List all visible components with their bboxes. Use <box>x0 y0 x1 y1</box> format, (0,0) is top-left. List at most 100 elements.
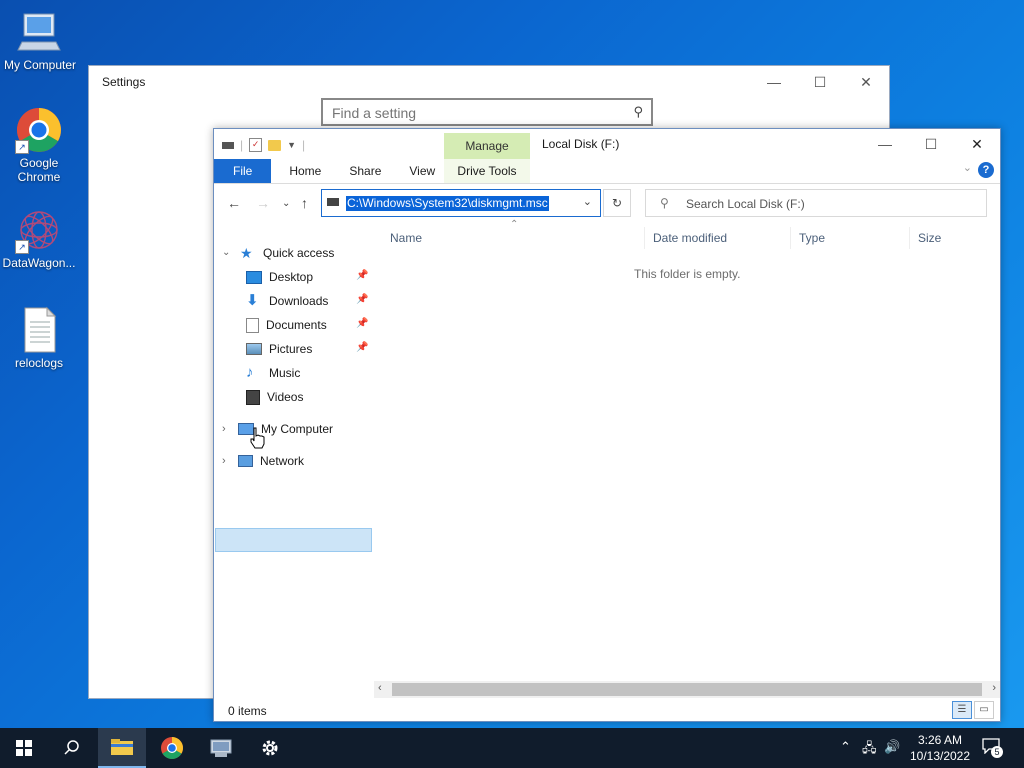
scroll-right-icon[interactable]: › <box>992 682 996 694</box>
taskbar: ⌃ 🖧 🔊 3:26 AM 10/13/2022 5 <box>0 728 1024 768</box>
column-size[interactable]: Size <box>909 227 998 249</box>
nav-quick-access[interactable]: ★ Quick access <box>240 241 334 265</box>
maximize-button[interactable]: ☐ <box>797 66 843 98</box>
taskbar-clock[interactable]: 3:26 AM 10/13/2022 <box>905 732 975 764</box>
item-count: 0 items <box>228 704 267 718</box>
pin-icon[interactable]: 📌 <box>356 342 368 353</box>
nav-downloads[interactable]: ⬇ Downloads <box>246 289 328 313</box>
network-icon <box>238 455 253 467</box>
shortcut-arrow-icon: ↗ <box>15 240 29 254</box>
status-bar: 0 items ☰ ▭ <box>214 701 1000 721</box>
gear-icon <box>262 740 278 756</box>
nav-label: Pictures <box>269 342 313 356</box>
chevron-right-icon[interactable]: › <box>222 455 226 467</box>
find-setting-input[interactable] <box>323 100 624 126</box>
nav-label: Documents <box>266 318 327 332</box>
nav-label: Quick access <box>263 246 335 260</box>
manage-tab-group[interactable]: Manage <box>444 133 530 159</box>
tab-share[interactable]: Share <box>335 159 395 183</box>
details-view-button[interactable]: ☰ <box>952 701 972 719</box>
pin-icon[interactable]: 📌 <box>356 294 368 305</box>
minimize-button[interactable]: — <box>862 129 908 159</box>
folder-icon <box>111 739 133 755</box>
column-name[interactable]: Name <box>382 227 650 249</box>
search-button[interactable] <box>48 728 96 768</box>
chrome-icon <box>161 737 183 759</box>
nav-music[interactable]: ♪ Music <box>246 361 300 385</box>
address-path[interactable]: C:\Windows\System32\diskmgmt.msc <box>346 196 549 211</box>
minimize-button[interactable]: — <box>751 66 797 98</box>
desktop-icon-label: DataWagon... <box>2 256 76 270</box>
properties-icon[interactable]: ✓ <box>249 138 263 152</box>
up-arrow-icon[interactable]: ↑ <box>301 195 308 211</box>
search-box[interactable]: ⚲ Search Local Disk (F:) <box>645 189 987 217</box>
new-folder-icon[interactable] <box>268 139 282 151</box>
download-arrow-icon: ⬇ <box>246 292 259 309</box>
search-placeholder: Search Local Disk (F:) <box>686 197 805 211</box>
customize-toolbar-icon[interactable]: ▼ <box>287 140 296 150</box>
start-button[interactable] <box>0 728 48 768</box>
notification-count-badge: 5 <box>991 746 1003 758</box>
maximize-button[interactable]: ☐ <box>908 129 954 159</box>
server-manager-icon <box>210 739 232 757</box>
chevron-down-icon[interactable]: ⌄ <box>583 195 592 208</box>
close-button[interactable]: ✕ <box>843 66 889 98</box>
find-setting-box[interactable]: ⚲ <box>321 98 653 126</box>
network-status-icon[interactable]: 🖧 <box>862 739 877 761</box>
desktop-icon <box>246 270 262 284</box>
drive-icon <box>222 141 234 149</box>
refresh-button[interactable]: ↻ <box>603 189 631 217</box>
tab-file[interactable]: File <box>214 159 272 183</box>
column-type[interactable]: Type <box>790 227 909 249</box>
chevron-down-icon[interactable]: ⌄ <box>222 247 230 258</box>
film-icon <box>246 389 260 405</box>
volume-icon[interactable]: 🔊 <box>884 739 900 755</box>
nav-label: Videos <box>267 390 304 404</box>
desktop-icon-label: Google Chrome <box>17 156 61 184</box>
pin-icon[interactable]: 📌 <box>356 318 368 329</box>
clock-time: 3:26 AM <box>917 733 963 747</box>
explorer-title: Local Disk (F:) <box>542 137 620 151</box>
scrollbar-thumb[interactable] <box>392 683 982 696</box>
taskbar-chrome[interactable] <box>148 728 196 768</box>
desktop-icon-label: reloclogs <box>14 356 64 370</box>
tab-view[interactable]: View <box>395 159 449 183</box>
chevron-right-icon[interactable]: › <box>222 423 226 435</box>
taskbar-file-explorer[interactable] <box>98 728 146 768</box>
search-icon: ⚲ <box>633 104 643 119</box>
desktop-icon-google-chrome[interactable]: ↗ Google Chrome <box>0 106 79 184</box>
show-hidden-icons-icon[interactable]: ⌃ <box>840 739 851 755</box>
taskbar-app[interactable] <box>197 728 245 768</box>
expand-ribbon-icon[interactable]: ⌄ <box>963 161 972 174</box>
close-button[interactable]: ✕ <box>954 129 1000 159</box>
desktop-icon-datawagon[interactable]: ↗ DataWagon... <box>0 206 79 270</box>
search-icon: ⚲ <box>660 196 669 210</box>
sort-arrow-icon: ⌃ <box>510 219 519 230</box>
nav-desktop[interactable]: Desktop <box>246 265 313 289</box>
drive-icon <box>327 198 339 206</box>
nav-pictures[interactable]: Pictures <box>246 337 312 361</box>
tab-home[interactable]: Home <box>271 159 335 183</box>
nav-documents[interactable]: Documents <box>246 313 327 337</box>
address-bar[interactable]: C:\Windows\System32\diskmgmt.msc ⌄ <box>321 189 601 217</box>
navigation-bar: ← → ⌄ ↑ C:\Windows\System32\diskmgmt.msc… <box>214 189 1000 219</box>
scroll-left-icon[interactable]: ‹ <box>378 682 382 694</box>
nav-network[interactable]: Network <box>238 449 304 473</box>
tab-drive-tools[interactable]: Drive Tools <box>444 159 530 183</box>
forward-arrow-icon[interactable]: → <box>256 195 270 211</box>
recent-locations-icon[interactable]: ⌄ <box>282 198 290 209</box>
pin-icon[interactable]: 📌 <box>356 270 368 281</box>
action-center-button[interactable]: 5 <box>982 738 1003 758</box>
taskbar-settings[interactable] <box>246 728 294 768</box>
back-arrow-icon[interactable]: ← <box>227 195 241 211</box>
horizontal-scrollbar[interactable]: ‹ › <box>374 681 1000 698</box>
desktop-icon-my-computer[interactable]: My Computer <box>0 8 80 72</box>
column-date-modified[interactable]: Date modified <box>644 227 781 249</box>
computer-icon <box>16 8 64 56</box>
desktop-icon-label: My Computer <box>3 58 77 72</box>
large-icons-view-button[interactable]: ▭ <box>974 701 994 719</box>
nav-videos[interactable]: Videos <box>246 385 303 409</box>
nav-label: My Computer <box>261 422 334 436</box>
help-icon[interactable]: ? <box>978 162 994 178</box>
desktop-icon-reloclogs[interactable]: reloclogs <box>0 306 79 370</box>
